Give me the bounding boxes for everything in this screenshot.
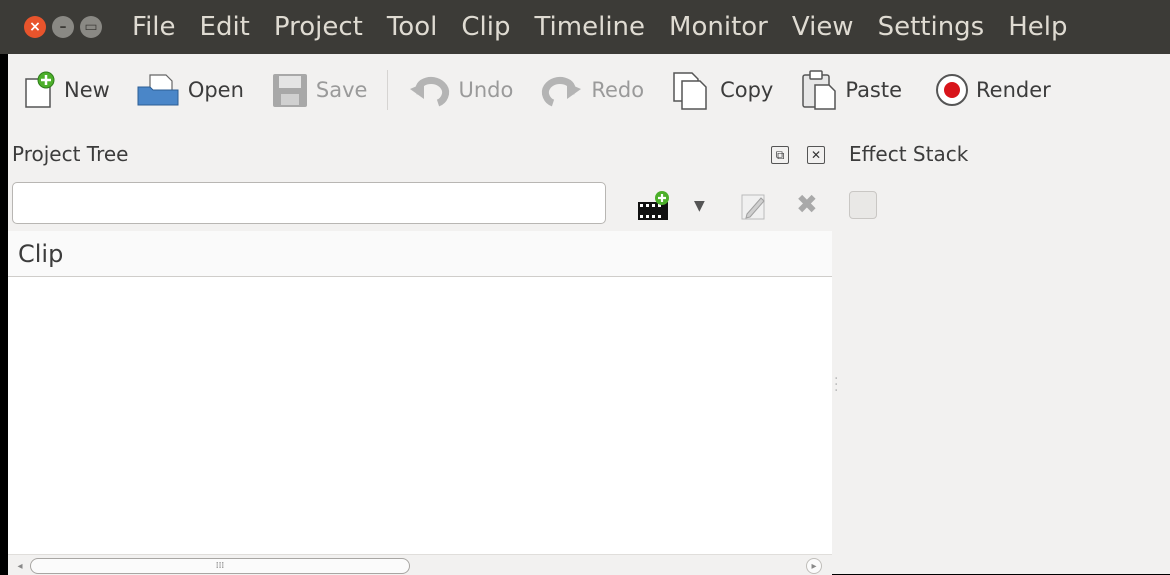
- effect-stack-title: Effect Stack: [849, 142, 969, 166]
- dropdown-arrow-icon[interactable]: ▼: [694, 198, 705, 214]
- redo-button[interactable]: Redo: [539, 73, 644, 107]
- render-label: Render: [976, 78, 1051, 102]
- copy-label: Copy: [720, 78, 774, 102]
- minimize-icon[interactable]: –: [52, 16, 74, 38]
- effect-stack-checkbox[interactable]: [849, 191, 877, 219]
- new-button[interactable]: New: [22, 71, 110, 109]
- pane-splitter-handle[interactable]: ...: [834, 368, 838, 394]
- toolbar-separator: [387, 70, 389, 110]
- menu-timeline[interactable]: Timeline: [522, 12, 657, 42]
- render-icon: [934, 72, 970, 108]
- tree-column-header-clip[interactable]: Clip: [8, 231, 832, 277]
- open-button[interactable]: Open: [136, 71, 244, 109]
- edit-pencil-icon[interactable]: [739, 192, 769, 226]
- new-label: New: [64, 78, 110, 102]
- open-folder-icon: [136, 71, 182, 109]
- copy-button[interactable]: Copy: [670, 69, 773, 111]
- render-button[interactable]: Render: [934, 72, 1051, 108]
- menu-clip[interactable]: Clip: [449, 12, 522, 42]
- menu-edit[interactable]: Edit: [188, 12, 262, 42]
- menubar: × – ▭ File Edit Project Tool Clip Timeli…: [0, 0, 1170, 54]
- paste-label: Paste: [845, 78, 903, 102]
- menu-tool[interactable]: Tool: [375, 12, 450, 42]
- menu-project[interactable]: Project: [262, 12, 375, 42]
- close-panel-icon[interactable]: ✕: [807, 146, 825, 164]
- close-icon[interactable]: ×: [24, 16, 46, 38]
- menu-view[interactable]: View: [780, 12, 866, 42]
- paste-button[interactable]: Paste: [799, 69, 902, 111]
- undo-button[interactable]: Undo: [406, 73, 513, 107]
- project-tree-view[interactable]: Clip ◂ ⁞⁞⁞ ▸: [8, 231, 832, 575]
- paste-icon: [799, 69, 839, 111]
- menu-help[interactable]: Help: [996, 12, 1079, 42]
- scrollbar-thumb[interactable]: ⁞⁞⁞: [30, 558, 410, 574]
- menu-list: File Edit Project Tool Clip Timeline Mon…: [120, 12, 1080, 42]
- menu-file[interactable]: File: [120, 12, 188, 42]
- float-panel-icon[interactable]: ⧉: [771, 146, 789, 164]
- redo-icon: [539, 73, 585, 107]
- delete-x-icon[interactable]: ✖: [796, 190, 818, 220]
- new-document-icon: [22, 71, 58, 109]
- scroll-left-icon[interactable]: ◂: [12, 558, 28, 574]
- main-area: New Open Save Undo Redo Copy Paste Rende…: [8, 54, 1170, 575]
- save-label: Save: [315, 78, 368, 102]
- menu-settings[interactable]: Settings: [866, 12, 997, 42]
- copy-icon: [670, 69, 714, 111]
- window-controls: × – ▭: [24, 16, 102, 38]
- maximize-icon[interactable]: ▭: [80, 16, 102, 38]
- save-button[interactable]: Save: [270, 71, 368, 109]
- save-icon: [270, 71, 310, 109]
- add-clip-icon[interactable]: [636, 190, 672, 226]
- project-tree-title: Project Tree: [12, 142, 129, 166]
- toolbar: New Open Save Undo Redo Copy Paste Rende…: [8, 54, 1170, 126]
- menu-monitor[interactable]: Monitor: [657, 12, 780, 42]
- undo-icon: [406, 73, 452, 107]
- project-tree-search-input[interactable]: [12, 182, 606, 224]
- horizontal-scrollbar[interactable]: ◂ ⁞⁞⁞ ▸: [8, 554, 832, 575]
- open-label: Open: [187, 78, 244, 102]
- scroll-right-icon[interactable]: ▸: [806, 558, 822, 574]
- undo-label: Undo: [458, 78, 514, 102]
- redo-label: Redo: [591, 78, 645, 102]
